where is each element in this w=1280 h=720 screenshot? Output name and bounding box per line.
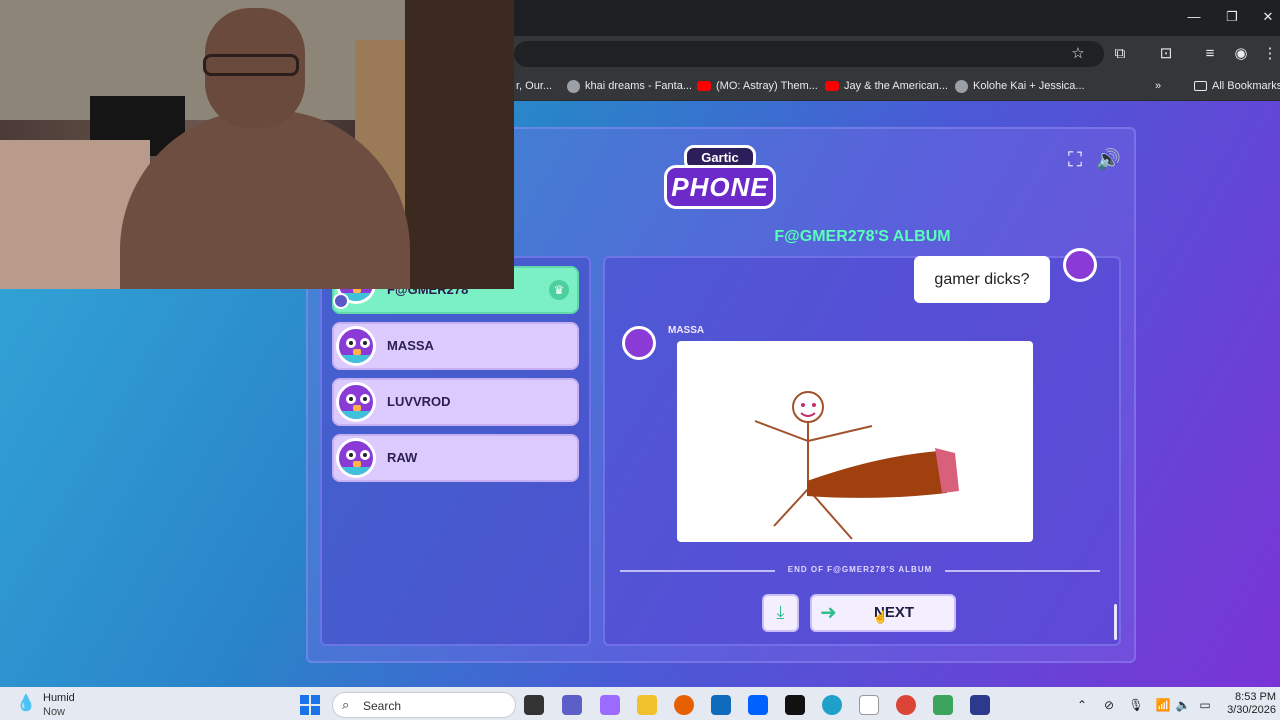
- clock-date: 3/30/2026: [1227, 704, 1276, 716]
- chevron-up-icon[interactable]: ⌃: [1074, 697, 1090, 713]
- gartic-phone-logo: Gartic PHONE: [664, 145, 776, 211]
- menu-icon[interactable]: ⋮: [1260, 44, 1280, 64]
- bookmark-label: Jay & the American...: [844, 80, 948, 92]
- download-icon: ⤓: [776, 602, 785, 622]
- speaker-icon[interactable]: 🔈: [1175, 697, 1191, 713]
- bird-avatar-icon: [1063, 248, 1097, 282]
- mouse-cursor-icon: ☝: [873, 610, 888, 624]
- close-button[interactable]: ✕: [1250, 6, 1280, 28]
- chrome-icon[interactable]: [896, 695, 916, 715]
- youtube-icon: [825, 81, 839, 91]
- profile-icon[interactable]: ◉: [1231, 44, 1251, 64]
- start-button[interactable]: [300, 695, 320, 715]
- teams-icon[interactable]: [562, 695, 582, 715]
- camera-off-icon[interactable]: ⊘: [1101, 697, 1117, 713]
- all-bookmarks-button[interactable]: All Bookmarks: [1194, 77, 1280, 95]
- star-icon[interactable]: ☆: [1068, 44, 1088, 64]
- search-placeholder: Search: [363, 699, 402, 713]
- bookmark-label: r, Our...: [516, 80, 553, 92]
- bird-avatar-icon: [336, 326, 376, 366]
- extensions-icon[interactable]: ⧉: [1110, 44, 1130, 64]
- player-name: MASSA: [387, 338, 434, 353]
- bookmarks-overflow-button[interactable]: »: [1155, 77, 1161, 95]
- album-scrollbar[interactable]: [1114, 604, 1117, 640]
- search-icon: ⌕: [342, 697, 350, 712]
- clock-time: 8:53 PM: [1235, 691, 1276, 703]
- player-card[interactable]: LUVVROD: [332, 378, 579, 426]
- youtube-icon: [697, 81, 711, 91]
- album-end-label: END OF F@GMER278'S ALBUM: [787, 565, 933, 574]
- logo-main-text: PHONE: [664, 165, 776, 209]
- player-card[interactable]: RAW: [332, 434, 579, 482]
- task-view-icon[interactable]: [524, 695, 544, 715]
- globe-icon: [567, 79, 580, 93]
- file-explorer-icon[interactable]: [637, 695, 657, 715]
- volume-icon[interactable]: 🔊: [1096, 148, 1121, 172]
- bookmark-label: (MO: Astray) Them...: [716, 80, 818, 92]
- clock[interactable]: 8:53 PM 3/30/2026: [1222, 691, 1276, 717]
- mail-icon[interactable]: [711, 695, 731, 715]
- arrow-right-icon: ➜: [820, 602, 837, 624]
- all-bookmarks-label: All Bookmarks: [1212, 80, 1280, 92]
- divider: [945, 570, 1100, 572]
- wifi-icon[interactable]: 📶: [1155, 697, 1171, 713]
- dropbox-icon[interactable]: [748, 695, 768, 715]
- battery-icon[interactable]: ▭: [1197, 697, 1213, 713]
- cast-icon[interactable]: ⊡: [1156, 44, 1176, 64]
- crown-icon: ♛: [549, 280, 569, 300]
- bookmark-label: khai dreams - Fanta...: [585, 80, 692, 92]
- player-card[interactable]: MASSA: [332, 322, 579, 370]
- notion-icon[interactable]: [785, 695, 805, 715]
- app-icon[interactable]: [970, 695, 990, 715]
- divider: [620, 570, 775, 572]
- bookmark-item[interactable]: khai dreams - Fanta...: [567, 77, 692, 95]
- copilot-icon[interactable]: [600, 695, 620, 715]
- media-icon[interactable]: ≡: [1200, 44, 1220, 64]
- globe-icon: [955, 79, 968, 93]
- microphone-icon[interactable]: 🎙: [1128, 697, 1144, 713]
- drawing-canvas: [677, 341, 1033, 542]
- firefox-icon[interactable]: [674, 695, 694, 715]
- folder-icon: [1194, 81, 1207, 91]
- bird-avatar-icon: [336, 438, 376, 478]
- player-name: LUVVROD: [387, 394, 451, 409]
- owner-badge-icon: [333, 293, 349, 309]
- weather-subtitle: Now: [43, 706, 66, 718]
- bookmark-item[interactable]: Jay & the American...: [825, 77, 948, 95]
- prompt-bubble: gamer dicks?: [914, 256, 1050, 303]
- edge-icon[interactable]: [822, 695, 842, 715]
- address-bar[interactable]: [514, 41, 1104, 67]
- stick-figure-drawing: [754, 391, 959, 540]
- minimize-button[interactable]: —: [1176, 6, 1212, 28]
- player-name: RAW: [387, 450, 418, 465]
- download-button[interactable]: ⤓: [762, 594, 799, 632]
- weather-icon[interactable]: 💧: [16, 694, 36, 714]
- bird-avatar-icon: [622, 326, 656, 360]
- fullscreen-icon[interactable]: ⛶: [1063, 148, 1087, 172]
- notepad-icon[interactable]: [859, 695, 879, 715]
- bookmark-label: Kolohe Kai + Jessica...: [973, 80, 1085, 92]
- bird-avatar-icon: [336, 382, 376, 422]
- drawer-name: MASSA: [668, 325, 705, 336]
- bookmark-item[interactable]: (MO: Astray) Them...: [697, 77, 818, 95]
- weather-title[interactable]: Humid: [43, 692, 75, 704]
- webcam-overlay: [0, 0, 514, 289]
- bookmark-item[interactable]: r, Our...: [516, 77, 552, 95]
- bookmark-item[interactable]: Kolohe Kai + Jessica...: [955, 77, 1085, 95]
- album-title: F@GMER278'S ALBUM: [774, 228, 951, 245]
- restore-button[interactable]: ❐: [1214, 6, 1250, 28]
- app-icon[interactable]: [933, 695, 953, 715]
- taskbar-search[interactable]: ⌕ Search: [332, 692, 516, 718]
